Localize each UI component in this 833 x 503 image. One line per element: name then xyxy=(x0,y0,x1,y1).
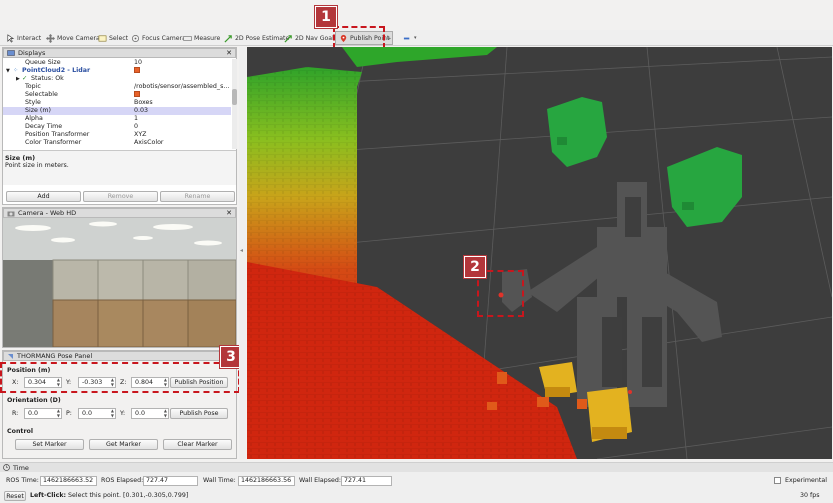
callout-position-row xyxy=(0,362,240,393)
yaw-label: Y: xyxy=(120,410,126,417)
wall-time-field[interactable]: 1462186663.56 xyxy=(238,476,295,486)
monitor-icon xyxy=(7,49,15,56)
ros-elapsed-field[interactable]: 727.47 xyxy=(143,476,198,486)
tree-row[interactable]: Alpha 1 xyxy=(3,115,231,123)
r-label: R: xyxy=(12,410,19,417)
chevron-down-icon: ▾ xyxy=(414,35,417,41)
callout-badge-2: 2 xyxy=(464,256,486,278)
measure-tool[interactable]: Measure xyxy=(183,32,220,44)
camera-icon xyxy=(7,211,15,216)
camera-image xyxy=(3,218,236,347)
help-title: Size (m) xyxy=(5,154,36,162)
property-tree: Queue Size 10 ▼ ⁘ PointCloud2 - Lidar ▶ ✓… xyxy=(3,59,232,149)
ros-time-label: ROS Time: xyxy=(6,477,39,484)
reset-button[interactable]: Reset xyxy=(4,491,26,501)
help-box: Size (m) Point size in meters. xyxy=(3,150,236,185)
rename-display-button[interactable]: Rename xyxy=(160,191,235,202)
tree-row[interactable]: Decay Time 0 xyxy=(3,123,231,131)
time-header: Time xyxy=(0,463,833,472)
pointcloud-enabled-checkbox xyxy=(134,67,231,75)
selectable-checkbox xyxy=(134,91,231,99)
close-icon[interactable]: ✕ xyxy=(226,49,232,57)
more-tools-chevron[interactable]: ▸ xyxy=(388,32,391,44)
status-bar: Reset Left-Click: Select this point. [0.… xyxy=(0,490,833,503)
displays-panel: Displays ✕ Queue Size 10 ▼ ⁘ PointCloud2 … xyxy=(2,47,237,205)
minus-icon xyxy=(403,37,410,39)
help-text: Point size in meters. xyxy=(5,162,69,169)
close-icon[interactable]: ✕ xyxy=(226,209,232,217)
ros-elapsed-label: ROS Elapsed: xyxy=(101,477,144,484)
tree-row[interactable]: Queue Size 10 xyxy=(3,59,231,67)
chevron-right-icon: ▸ xyxy=(388,34,392,42)
experimental-label: Experimental xyxy=(785,477,827,484)
orientation-y-input[interactable]: 0.0 ▲ ▼ xyxy=(131,408,169,419)
checkbox-icon[interactable] xyxy=(134,91,140,97)
publish-pose-button[interactable]: Publish Pose xyxy=(170,408,228,419)
get-marker-button[interactable]: Get Marker xyxy=(89,439,158,450)
orientation-label: Orientation (D) xyxy=(7,397,61,404)
tree-row[interactable]: Selectable xyxy=(3,91,231,99)
tree-row[interactable]: Color Transformer AxisColor xyxy=(3,139,231,147)
spinner-arrows-icon[interactable]: ▲ ▼ xyxy=(164,408,167,418)
select-tool[interactable]: Select xyxy=(98,32,128,44)
green-arrow-icon xyxy=(224,34,232,43)
nav-goal-tool[interactable]: 2D Nav Goal xyxy=(284,32,334,44)
camera-header: Camera - Web HD ✕ xyxy=(3,208,236,218)
clear-marker-button[interactable]: Clear Marker xyxy=(163,439,232,450)
cursor-icon xyxy=(7,33,15,43)
tree-row[interactable]: Style Boxes xyxy=(3,99,231,107)
status-hint: Left-Click: Select this point. [0.301,-0… xyxy=(30,492,189,499)
orientation-p-input[interactable]: 0.0 ▲ ▼ xyxy=(78,408,116,419)
focus-icon xyxy=(131,34,140,42)
3d-viewport[interactable] xyxy=(247,47,832,459)
callout-publish-point xyxy=(333,26,385,49)
move-camera-tool[interactable]: Move Camera xyxy=(46,32,100,44)
tree-row-pointcloud[interactable]: ▼ ⁘ PointCloud2 - Lidar xyxy=(3,67,231,75)
orientation-r-input[interactable]: 0.0 ▲ ▼ xyxy=(24,408,62,419)
checkbox-icon[interactable] xyxy=(134,67,140,73)
tree-row-status[interactable]: ▶ ✓ Status: Ok xyxy=(3,75,231,83)
scrollbar-thumb[interactable] xyxy=(232,89,237,105)
displays-header: Displays ✕ xyxy=(3,48,236,58)
set-marker-button[interactable]: Set Marker xyxy=(15,439,84,450)
remove-display-button[interactable]: Remove xyxy=(83,191,158,202)
pose-panel-header: THORMANG Pose Panel xyxy=(3,351,236,361)
add-display-button[interactable]: Add xyxy=(6,191,81,202)
tree-row[interactable]: Topic/robotis/sensor/assembled_s... xyxy=(3,83,231,91)
ros-time-field[interactable]: 1462186663.52 xyxy=(40,476,97,486)
splitter-handle[interactable]: ◂ xyxy=(239,47,246,459)
callout-badge-1: 1 xyxy=(315,6,337,28)
control-label: Control xyxy=(7,428,34,435)
camera-panel: Camera - Web HD ✕ xyxy=(2,207,237,348)
ruler-icon xyxy=(183,35,192,41)
pose-estimate-tool[interactable]: 2D Pose Estimate xyxy=(224,32,289,44)
interact-tool[interactable]: Interact xyxy=(6,32,41,44)
time-panel: Time ROS Time: 1462186663.52 ROS Elapsed… xyxy=(0,462,833,490)
green-arrow-icon xyxy=(284,34,292,43)
tree-scrollbar[interactable] xyxy=(232,59,237,149)
panel-icon xyxy=(8,353,13,359)
tree-row[interactable]: Position Transformer XYZ xyxy=(3,131,231,139)
move-icon xyxy=(46,33,55,43)
toolbar: Interact Move Camera Select Focus Camera… xyxy=(0,30,833,46)
select-icon xyxy=(98,34,107,42)
tree-row-selected[interactable]: Size (m) 0.03 xyxy=(3,107,231,115)
wall-time-label: Wall Time: xyxy=(203,477,236,484)
p-label: P: xyxy=(66,410,72,417)
spinner-arrows-icon[interactable]: ▲ ▼ xyxy=(111,408,114,418)
wall-elapsed-label: Wall Elapsed: xyxy=(299,477,342,484)
rviz-scene xyxy=(247,47,832,459)
clock-icon xyxy=(3,464,10,471)
spinner-arrows-icon[interactable]: ▲ ▼ xyxy=(57,408,60,418)
experimental-checkbox[interactable] xyxy=(774,477,781,484)
fps-label: 30 fps xyxy=(800,492,820,499)
add-tool-button[interactable]: ▾ xyxy=(403,32,417,44)
focus-camera-tool[interactable]: Focus Camera xyxy=(131,32,186,44)
wall-elapsed-field[interactable]: 727.41 xyxy=(341,476,392,486)
chevron-left-icon: ◂ xyxy=(240,247,244,254)
